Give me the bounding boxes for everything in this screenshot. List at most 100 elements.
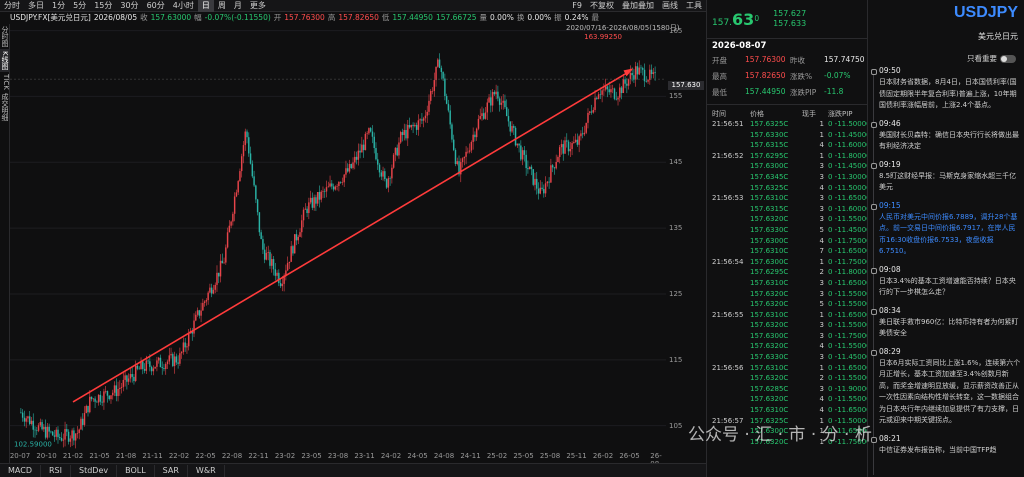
news-list[interactable]: 09:50 日本财务省数据，8月4日，日本国债利率(国债固定期限半年复合利率)普遍… xyxy=(871,66,1021,463)
news-item[interactable]: 09:19 8.5盯这财经早报：马斯克身家缩水超三千亿美元 xyxy=(871,160,1021,194)
tick-row[interactable]: 157.6295C 2 0 -11.8000C xyxy=(707,267,867,278)
candle-body xyxy=(601,90,603,95)
tick-cell: 0 -11.7500C xyxy=(828,257,867,266)
tick-row[interactable]: 21:56:52 157.6295C 1 0 -11.8000C xyxy=(707,151,867,162)
toolbar-right-item-1[interactable]: 不复权 xyxy=(586,0,618,12)
tick-cell: 1 xyxy=(819,130,824,139)
tick-row[interactable]: 21:56:57 157.6325C 1 0 -11.5000C xyxy=(707,416,867,427)
tick-row[interactable]: 157.6315C 3 0 -11.6000C xyxy=(707,204,867,215)
news-item[interactable]: 09:08 日本3.4%的基本工资增速能否持续？日本央行的下一步棋怎么走？ xyxy=(871,265,1021,299)
tick-row[interactable]: 157.6330C 3 0 -11.4500C xyxy=(707,352,867,363)
candle-body xyxy=(110,395,112,400)
tick-row[interactable]: 157.6320C 4 0 -11.5500C xyxy=(707,341,867,352)
tick-row[interactable]: 157.6320C 5 0 -11.5500C xyxy=(707,299,867,310)
tick-cell: 21:56:51 xyxy=(712,120,744,128)
period-tab-5[interactable]: 30分 xyxy=(116,0,142,12)
news-item[interactable]: 09:15 人民币对美元中间价报6.7889，调升28个基点。前一交易日中间价报6… xyxy=(871,201,1021,258)
news-item[interactable]: 08:29 日本6月实际工资同比上涨1.6%，连续第六个月正增长，基本工资加速至3… xyxy=(871,347,1021,427)
side-tab-2[interactable]: TICK xyxy=(0,72,10,92)
period-tab-0[interactable]: 分时 xyxy=(0,0,24,12)
tick-row[interactable]: 157.6320C 3 0 -11.5500C xyxy=(707,289,867,300)
candle-body xyxy=(43,426,45,430)
period-tab-9[interactable]: 周 xyxy=(214,0,230,12)
tick-row[interactable]: 21:56:56 157.6310C 1 0 -11.6500C xyxy=(707,363,867,374)
tick-row[interactable]: 157.6300C 4 0 -11.7500C xyxy=(707,236,867,247)
toggle-switch-icon[interactable] xyxy=(1000,54,1016,63)
tick-row[interactable]: 157.6320C 3 0 -11.5500C xyxy=(707,320,867,331)
candle-body xyxy=(475,128,478,138)
toolbar-right-item-4[interactable]: 工具 xyxy=(682,0,706,12)
candle-body xyxy=(391,167,393,179)
period-tab-1[interactable]: 多日 xyxy=(24,0,48,12)
candle-body xyxy=(325,187,328,192)
candle-body xyxy=(237,181,239,193)
period-tab-2[interactable]: 1分 xyxy=(48,0,69,12)
tick-row[interactable]: 157.6325C 4 0 -11.5000C xyxy=(707,183,867,194)
candle-body xyxy=(498,98,501,105)
news-item[interactable]: 08:21 中信证券发布报告称，当前中国TFP趋 xyxy=(871,433,1021,457)
indicator-tab-5[interactable]: W&R xyxy=(188,464,225,477)
tick-row[interactable]: 157.6300C 1 0 -11.6500C xyxy=(707,426,867,437)
x-tick-label: 25-05 xyxy=(513,452,534,460)
period-tab-11[interactable]: 更多 xyxy=(246,0,270,12)
period-tab-6[interactable]: 60分 xyxy=(143,0,169,12)
side-tab-1[interactable]: K线图 xyxy=(0,49,10,72)
candle-body xyxy=(634,66,637,80)
tick-row[interactable]: 157.6310C 3 0 -11.6500C xyxy=(707,278,867,289)
candle-body xyxy=(431,90,434,92)
tick-row[interactable]: 157.6310C 4 0 -11.6500C xyxy=(707,405,867,416)
indicator-tab-2[interactable]: StdDev xyxy=(71,464,118,477)
candle-body xyxy=(463,156,466,159)
tick-row[interactable]: 157.6330C 5 0 -11.4500C xyxy=(707,225,867,236)
tick-row[interactable]: 157.6320C 2 0 -11.5500C xyxy=(707,373,867,384)
tick-row[interactable]: 157.6300C 3 0 -11.7500C xyxy=(707,331,867,342)
candle-body xyxy=(629,73,632,80)
indicator-tab-4[interactable]: SAR xyxy=(155,464,188,477)
indicator-tab-1[interactable]: RSI xyxy=(41,464,71,477)
tick-row[interactable]: 21:56:53 157.6310C 3 0 -11.6500C xyxy=(707,193,867,204)
tick-row[interactable]: 157.6320C 1 0 -11.7500C xyxy=(707,437,867,448)
tick-row[interactable]: 157.6320C 3 0 -11.5500C xyxy=(707,214,867,225)
news-item[interactable]: 09:46 美国财长贝森特：确信日本央行行长将做出最有利经济决定 xyxy=(871,119,1021,153)
tick-row[interactable]: 21:56:55 157.6310C 1 0 -11.6500C xyxy=(707,310,867,321)
candle-body xyxy=(412,124,414,127)
news-item[interactable]: 09:50 日本财务省数据，8月4日，日本国债利率(国债固定期限半年复合利率)普遍… xyxy=(871,66,1021,112)
toolbar-right-item-3[interactable]: 画线 xyxy=(658,0,682,12)
period-tab-10[interactable]: 月 xyxy=(230,0,246,12)
tick-row[interactable]: 21:56:54 157.6300C 1 0 -11.7500C xyxy=(707,257,867,268)
candle-body xyxy=(626,83,628,86)
candle-body xyxy=(209,287,211,293)
tick-cell: 21:56:54 xyxy=(712,257,744,266)
toolbar-right-item-2[interactable]: 叠加叠加 xyxy=(618,0,658,12)
x-tick-label: 20-07 xyxy=(9,452,31,460)
symbol-label[interactable]: USDJPY.FX[美元兑日元] xyxy=(10,12,91,23)
news-time: 08:21 xyxy=(879,433,901,443)
tick-row[interactable]: 157.6330C 1 0 -11.4500C xyxy=(707,130,867,141)
side-tab-3[interactable]: 成交明细 xyxy=(0,91,10,123)
news-item[interactable]: 08:34 美日联手救市960亿：比特币持有者为何紧盯美债安全 xyxy=(871,306,1021,340)
candle-body xyxy=(428,100,430,112)
candle-body xyxy=(92,398,95,400)
indicator-tab-3[interactable]: BOLL xyxy=(117,464,155,477)
period-tab-4[interactable]: 15分 xyxy=(90,0,116,12)
kline-chart[interactable]: 163.99250 102.59000 xyxy=(10,24,666,452)
tick-row[interactable]: 157.6320C 4 0 -11.5500C xyxy=(707,394,867,405)
toolbar-right-item-0[interactable]: F9 xyxy=(568,0,586,12)
period-tab-8[interactable]: 日 xyxy=(197,0,214,12)
indicator-tab-0[interactable]: MACD xyxy=(0,464,41,477)
tick-row[interactable]: 21:56:51 157.6325C 1 0 -11.5000C xyxy=(707,119,867,130)
time-axis: 20-07 20-10 21-02 21-05 21-08 21-11 22-02 22-05… xyxy=(9,452,666,468)
tick-row[interactable]: 157.6300C 3 0 -11.4500C xyxy=(707,161,867,172)
period-tab-3[interactable]: 5分 xyxy=(69,0,90,12)
candle-body xyxy=(239,171,241,182)
tick-table[interactable]: 21:56:51 157.6325C 1 0 -11.5000C 157.6330C 1 0… xyxy=(707,119,867,447)
important-only-toggle[interactable]: 只看重要 xyxy=(967,53,1016,64)
candle-body xyxy=(541,187,543,190)
tick-row[interactable]: 157.6315C 4 0 -11.6000C xyxy=(707,140,867,151)
tick-row[interactable]: 157.6345C 3 0 -11.3000C xyxy=(707,172,867,183)
tick-row[interactable]: 157.6285C 3 0 -11.9000C xyxy=(707,384,867,395)
side-tab-0[interactable]: 分时图 xyxy=(0,24,10,49)
period-tab-7[interactable]: 4小时 xyxy=(169,0,198,12)
candle-body xyxy=(452,139,455,150)
tick-row[interactable]: 157.6310C 7 0 -11.6500C xyxy=(707,246,867,257)
